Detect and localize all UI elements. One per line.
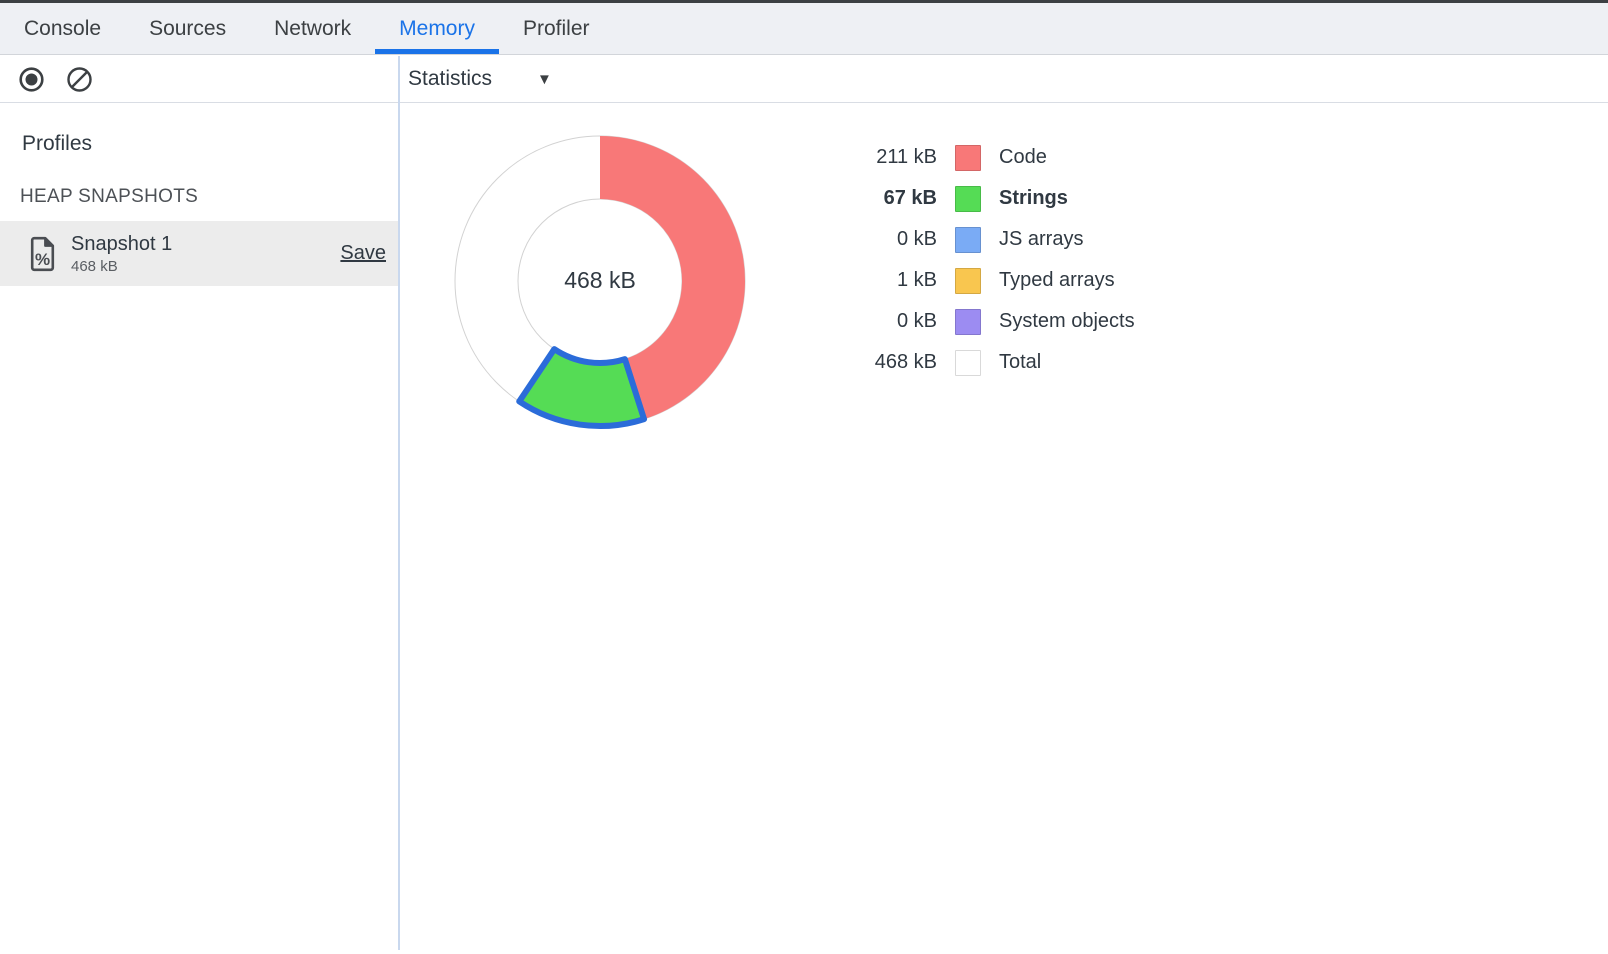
legend-swatch: [955, 145, 981, 171]
tab-console[interactable]: Console: [0, 3, 125, 54]
tab-sources[interactable]: Sources: [125, 3, 250, 54]
snapshot-texts: Snapshot 1 468 kB: [71, 233, 172, 275]
save-snapshot-link[interactable]: Save: [340, 242, 386, 265]
legend-label: Total: [999, 351, 1041, 374]
legend-value: 0 kB: [845, 310, 937, 333]
legend-row-js-arrays[interactable]: 0 kB JS arrays: [845, 219, 1135, 260]
devtools-tab-bar: Console Sources Network Memory Profiler: [0, 3, 1608, 55]
record-icon: [18, 66, 45, 93]
donut-slice-strings[interactable]: [519, 349, 644, 426]
statistics-legend: 211 kB Code 67 kB Strings 0 kB JS arrays 1 kB T…: [845, 137, 1135, 383]
legend-label: Strings: [999, 187, 1068, 210]
heap-snapshots-section-header: HEAP SNAPSHOTS: [20, 186, 398, 208]
clear-icon: [66, 66, 93, 93]
clear-profiles-button[interactable]: [66, 66, 93, 93]
tab-network[interactable]: Network: [250, 3, 375, 54]
tab-memory[interactable]: Memory: [375, 3, 499, 54]
legend-value: 67 kB: [845, 187, 937, 210]
legend-label: System objects: [999, 310, 1135, 333]
legend-value: 0 kB: [845, 228, 937, 251]
legend-row-typed-arrays[interactable]: 1 kB Typed arrays: [845, 260, 1135, 301]
heap-snapshot-file-icon: %: [30, 236, 56, 272]
legend-value: 211 kB: [845, 146, 937, 169]
legend-swatch: [955, 186, 981, 212]
legend-swatch: [955, 227, 981, 253]
statistics-panel: 468 kB 211 kB Code 67 kB Strings 0 kB JS arra…: [400, 104, 1608, 954]
toolbar-left-section: [0, 56, 398, 102]
legend-row-code[interactable]: 211 kB Code: [845, 137, 1135, 178]
legend-row-system-objects[interactable]: 0 kB System objects: [845, 301, 1135, 342]
memory-toolbar: Statistics ▼: [0, 56, 1608, 103]
legend-swatch: [955, 350, 981, 376]
legend-label: Typed arrays: [999, 269, 1115, 292]
donut-center-total: 468 kB: [440, 267, 760, 294]
legend-label: JS arrays: [999, 228, 1083, 251]
snapshot-name: Snapshot 1: [71, 233, 172, 256]
legend-row-total[interactable]: 468 kB Total: [845, 342, 1135, 383]
legend-swatch: [955, 309, 981, 335]
legend-swatch: [955, 268, 981, 294]
legend-value: 1 kB: [845, 269, 937, 292]
legend-value: 468 kB: [845, 351, 937, 374]
legend-label: Code: [999, 146, 1047, 169]
tab-profiler[interactable]: Profiler: [499, 3, 614, 54]
legend-row-strings[interactable]: 67 kB Strings: [845, 178, 1135, 219]
chevron-down-icon[interactable]: ▼: [537, 71, 552, 88]
snapshot-size: 468 kB: [71, 258, 172, 275]
profiles-sidebar: Profiles HEAP SNAPSHOTS % Snapshot 1 468…: [0, 104, 398, 954]
svg-text:%: %: [35, 250, 50, 269]
sidebar-title: Profiles: [22, 132, 398, 156]
toolbar-right-section: Statistics ▼: [400, 56, 1608, 102]
devtools-window: Console Sources Network Memory Profiler …: [0, 0, 1608, 954]
snapshot-list-item[interactable]: % Snapshot 1 468 kB Save: [0, 221, 398, 286]
perspective-select[interactable]: Statistics: [408, 67, 492, 91]
record-heap-snapshot-button[interactable]: [18, 66, 45, 93]
